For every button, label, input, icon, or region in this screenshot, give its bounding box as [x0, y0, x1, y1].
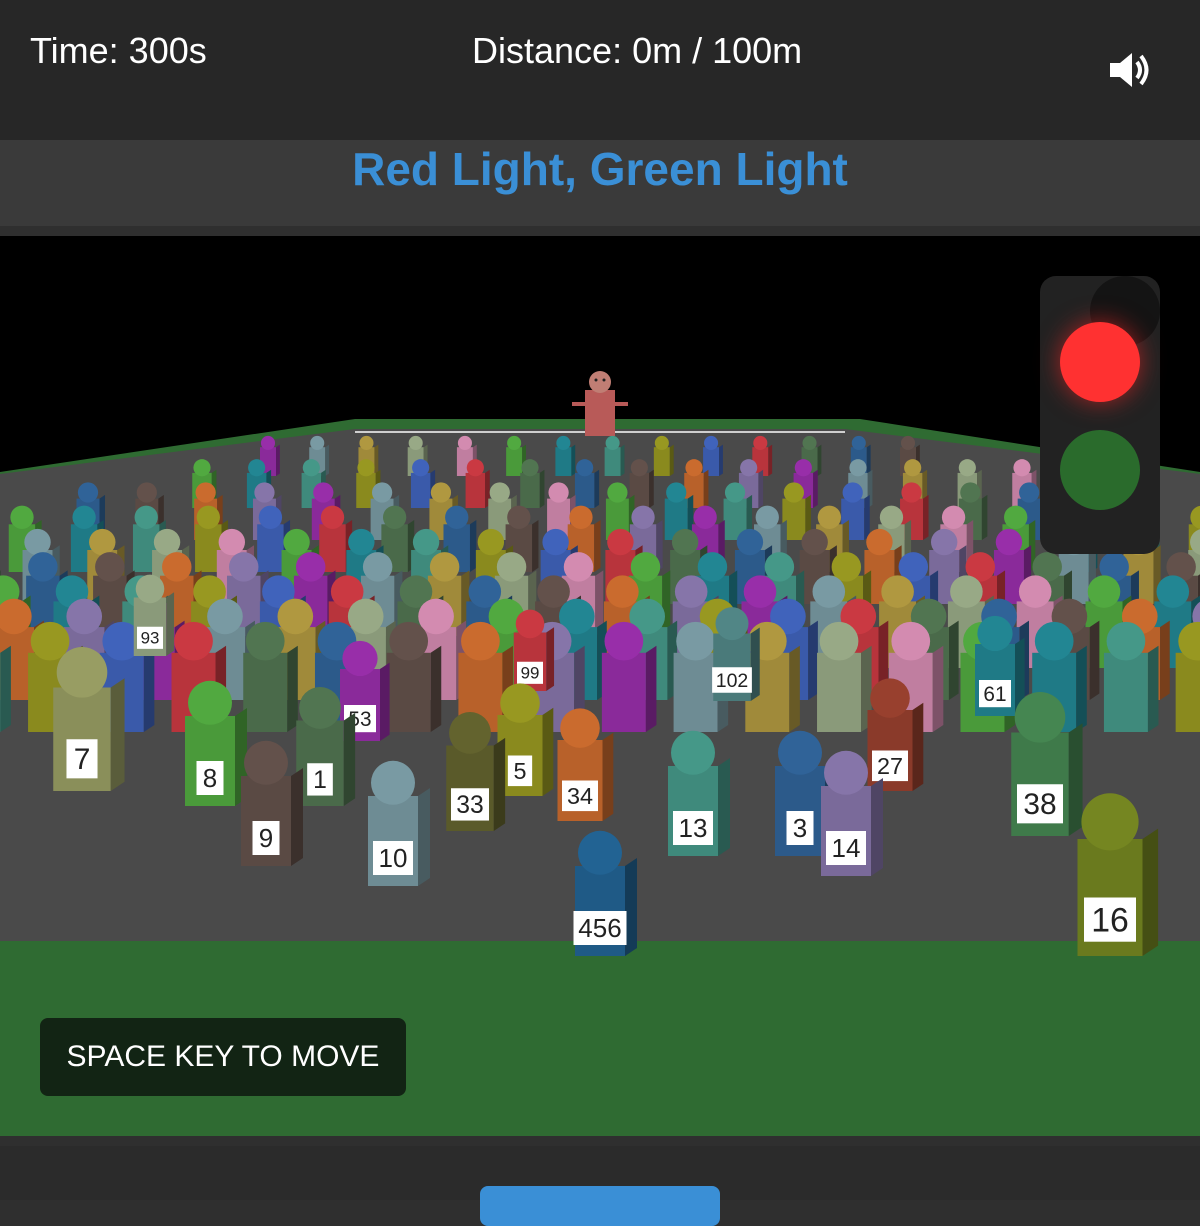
game-canvas[interactable]: 939910261537275813433381339141045616 [0, 236, 1200, 1136]
player-number: 102 [716, 670, 749, 692]
controls-hint: SPACE KEY TO MOVE [40, 1018, 406, 1096]
time-display: Time: 300s [30, 30, 207, 72]
speaker-volume-icon [1106, 48, 1154, 92]
game-scene: 939910261537275813433381339141045616 [0, 236, 1200, 1136]
player-number: 7 [74, 743, 91, 776]
player-number: 14 [832, 833, 861, 863]
player-number: 33 [456, 792, 483, 819]
red-light [1060, 322, 1140, 402]
player-number: 13 [679, 813, 708, 843]
start-button[interactable] [480, 1186, 720, 1226]
player-number: 34 [567, 783, 593, 809]
player-number: 5 [513, 758, 526, 784]
player-number: 99 [521, 664, 540, 683]
player-number: 27 [877, 753, 903, 779]
player-number: 16 [1091, 901, 1129, 939]
player-number: 61 [983, 683, 1006, 706]
crowd-player [1176, 622, 1200, 732]
sound-toggle-button[interactable] [1106, 48, 1154, 92]
player-number: 3 [793, 813, 807, 843]
green-light [1060, 430, 1140, 510]
player-number: 8 [203, 763, 217, 793]
player-number: 38 [1023, 788, 1056, 821]
player-number: 9 [259, 823, 273, 853]
player-number: 1 [313, 767, 327, 794]
traffic-light [1040, 276, 1160, 554]
player-number: 10 [379, 843, 408, 873]
game-title: Red Light, Green Light [0, 142, 1200, 196]
player-number: 456 [578, 913, 621, 943]
distance-display: Distance: 0m / 100m [472, 30, 802, 72]
player-number: 93 [141, 629, 160, 648]
